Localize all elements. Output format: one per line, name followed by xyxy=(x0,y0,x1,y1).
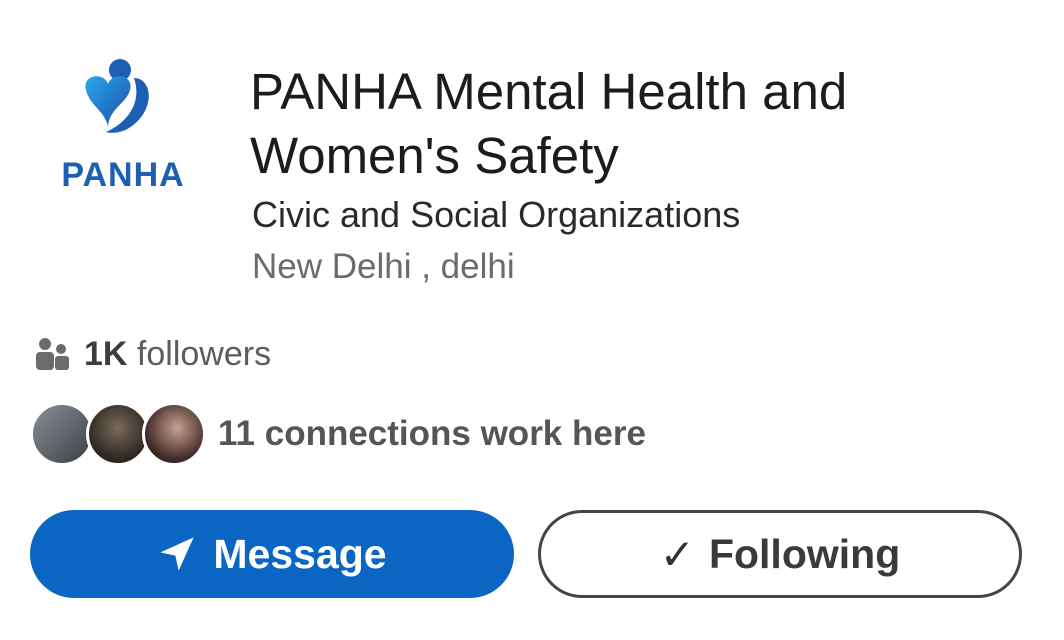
check-icon: ✓ xyxy=(659,530,695,578)
avatar[interactable] xyxy=(142,402,206,466)
company-logo[interactable]: PANHA xyxy=(48,48,198,218)
message-button[interactable]: Message xyxy=(30,510,514,598)
connections-row[interactable]: 11 connections work here xyxy=(30,398,646,470)
panha-logo-icon xyxy=(85,59,149,133)
following-button[interactable]: ✓ Following xyxy=(538,510,1022,598)
industry-label: Civic and Social Organizations xyxy=(252,194,741,235)
location-label: New Delhi , delhi xyxy=(252,247,515,286)
message-button-label: Message xyxy=(213,530,387,577)
avatar[interactable] xyxy=(30,402,94,466)
people-icon xyxy=(36,338,69,370)
followers-count: 1K followers xyxy=(84,334,272,373)
connections-text[interactable]: 11 connections work here xyxy=(218,414,646,454)
page-title: PANHA Mental Health and Women's Safety xyxy=(250,63,848,184)
following-button-label: Following xyxy=(708,530,901,577)
connection-avatars[interactable] xyxy=(30,400,210,468)
avatar[interactable] xyxy=(86,402,150,466)
logo-text: PANHA xyxy=(61,156,185,194)
send-icon xyxy=(160,537,195,571)
followers-row[interactable]: 1K followers xyxy=(34,330,271,378)
